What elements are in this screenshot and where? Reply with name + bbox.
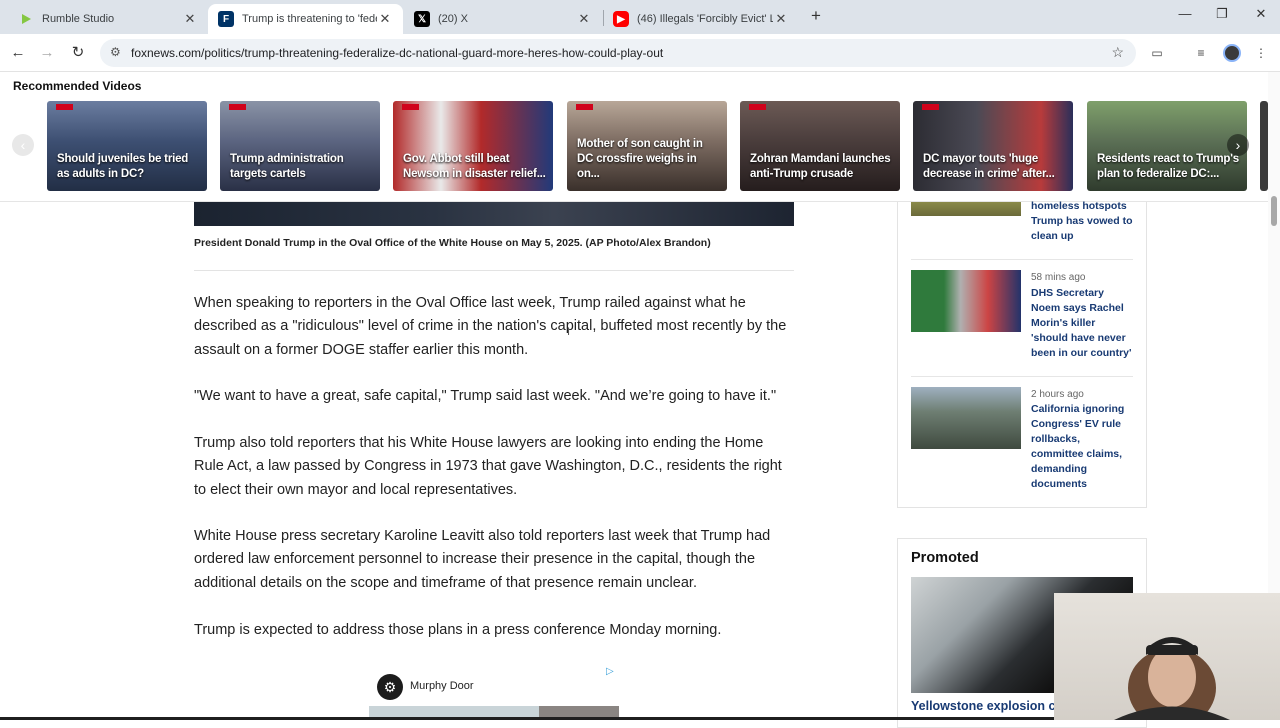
- promoted-headline[interactable]: Yellowstone explosion c: [911, 699, 1055, 713]
- tab-x[interactable]: 𝕏 (20) X ✕: [404, 4, 602, 34]
- article-paragraph: White House press secretary Karoline Lea…: [194, 528, 771, 591]
- menu-dots-icon[interactable]: ⋮: [1252, 44, 1270, 62]
- advertiser-logo[interactable]: ⚙: [377, 674, 403, 700]
- back-arrow-icon[interactable]: ←: [7, 42, 29, 64]
- tab-label: Rumble Studio: [42, 13, 115, 25]
- carousel-next-icon[interactable]: ›: [1227, 134, 1249, 156]
- minimize-icon[interactable]: —: [1170, 6, 1200, 28]
- live-badge: [922, 104, 939, 110]
- video-card[interactable]: Mother of son caught in DC crossfire wei…: [567, 101, 727, 191]
- promoted-title: Promoted: [911, 550, 979, 566]
- article-paragraph: When speaking to reporters in the Oval O…: [194, 295, 787, 358]
- url-text[interactable]: foxnews.com/politics/trump-threatening-f…: [131, 46, 663, 60]
- news-thumbnail[interactable]: [911, 270, 1021, 332]
- restore-icon[interactable]: ❐: [1207, 6, 1237, 28]
- tab-label: (20) X: [438, 13, 468, 25]
- cast-icon[interactable]: ▭: [1148, 44, 1166, 62]
- video-card[interactable]: Should juveniles be tried as adults in D…: [47, 101, 207, 191]
- photo-caption: President Donald Trump in the Oval Offic…: [194, 237, 711, 249]
- article-paragraph: Trump also told reporters that his White…: [194, 435, 782, 498]
- tab-foxnews[interactable]: F Trump is threatening to 'federal ✕: [208, 4, 403, 34]
- advertiser-name[interactable]: Murphy Door: [410, 680, 474, 692]
- foxnews-icon: F: [218, 11, 234, 27]
- video-card[interactable]: Gov. Abbot still beat Newsom in disaster…: [393, 101, 553, 191]
- forward-arrow-icon[interactable]: →: [36, 42, 58, 64]
- address-bar[interactable]: ⚙ foxnews.com/politics/trump-threatening…: [100, 39, 1136, 67]
- video-card[interactable]: Zohran Mamdani launches anti-Trump crusa…: [740, 101, 900, 191]
- toolbar: ← → ↻ ⚙ foxnews.com/politics/trump-threa…: [0, 34, 1280, 72]
- tab-label: (46) Illegals 'Forcibly Evict' LA M: [637, 13, 773, 25]
- text-cursor-icon: I: [567, 326, 571, 338]
- site-info-icon[interactable]: ⚙: [110, 45, 121, 59]
- tab-label: Trump is threatening to 'federal: [242, 13, 377, 25]
- live-badge: [402, 104, 419, 110]
- youtube-icon: ▶: [613, 11, 629, 27]
- article-paragraph: "We want to have a great, safe capital,"…: [194, 388, 777, 404]
- media-control-icon[interactable]: ≡: [1192, 44, 1210, 62]
- tab-strip: Rumble Studio ✕ F Trump is threatening t…: [0, 0, 1280, 34]
- video-card-partial[interactable]: [1260, 101, 1268, 191]
- article-photo: [194, 202, 794, 226]
- bookmark-star-icon[interactable]: ☆: [1111, 44, 1124, 61]
- adchoices-icon[interactable]: ▷: [606, 666, 616, 678]
- x-icon: 𝕏: [414, 11, 430, 27]
- video-caption: Trump administration targets cartels: [230, 153, 344, 180]
- divider: [194, 270, 794, 271]
- video-caption: Residents react to Trump's plan to feder…: [1097, 153, 1239, 180]
- news-thumbnail[interactable]: [911, 202, 1021, 216]
- live-badge: [749, 104, 766, 110]
- video-caption: Mother of son caught in DC crossfire wei…: [577, 138, 703, 180]
- reload-icon[interactable]: ↻: [67, 42, 89, 64]
- video-caption: DC mayor touts 'huge decrease in crime' …: [923, 153, 1055, 180]
- video-card[interactable]: DC mayor touts 'huge decrease in crime' …: [913, 101, 1073, 191]
- video-card[interactable]: Residents react to Trump's plan to feder…: [1087, 101, 1247, 191]
- close-tab-icon[interactable]: ✕: [377, 11, 393, 27]
- divider: [911, 259, 1133, 260]
- recommended-videos: Recommended Videos ‹ Should juveniles be…: [0, 72, 1280, 202]
- live-badge: [56, 104, 73, 110]
- rumble-icon: [18, 11, 34, 27]
- tab-youtube[interactable]: ▶ (46) Illegals 'Forcibly Evict' LA M ✕: [603, 4, 799, 34]
- close-tab-icon[interactable]: ✕: [182, 11, 198, 27]
- carousel-prev-icon[interactable]: ‹: [12, 134, 34, 156]
- video-caption: Zohran Mamdani launches anti-Trump crusa…: [750, 153, 891, 180]
- scrollbar-thumb[interactable]: [1271, 196, 1277, 226]
- news-headline[interactable]: DHS Secretary Noem says Rachel Morin's k…: [1031, 286, 1135, 361]
- news-timestamp: 58 mins ago: [1031, 272, 1086, 283]
- video-caption: Gov. Abbot still beat Newsom in disaster…: [403, 153, 546, 180]
- profile-avatar[interactable]: [1223, 44, 1241, 62]
- news-timestamp: 2 hours ago: [1031, 389, 1084, 400]
- video-card[interactable]: Trump administration targets cartels: [220, 101, 380, 191]
- new-tab-button[interactable]: +: [806, 6, 826, 28]
- webcam-overlay: [1054, 593, 1280, 720]
- live-badge: [576, 104, 593, 110]
- recommended-title: Recommended Videos: [13, 79, 142, 93]
- close-tab-icon[interactable]: ✕: [576, 11, 592, 27]
- tab-rumble-studio[interactable]: Rumble Studio ✕: [8, 4, 208, 34]
- video-caption: Should juveniles be tried as adults in D…: [57, 153, 189, 180]
- close-tab-icon[interactable]: ✕: [773, 11, 789, 27]
- close-window-icon[interactable]: ✕: [1246, 6, 1276, 28]
- news-headline[interactable]: California ignoring Congress' EV rule ro…: [1031, 402, 1135, 492]
- divider: [911, 376, 1133, 377]
- news-headline[interactable]: homeless hotspots Trump has vowed to cle…: [1031, 199, 1135, 244]
- live-badge: [229, 104, 246, 110]
- news-thumbnail[interactable]: [911, 387, 1021, 449]
- article-paragraph: Trump is expected to address those plans…: [194, 622, 722, 638]
